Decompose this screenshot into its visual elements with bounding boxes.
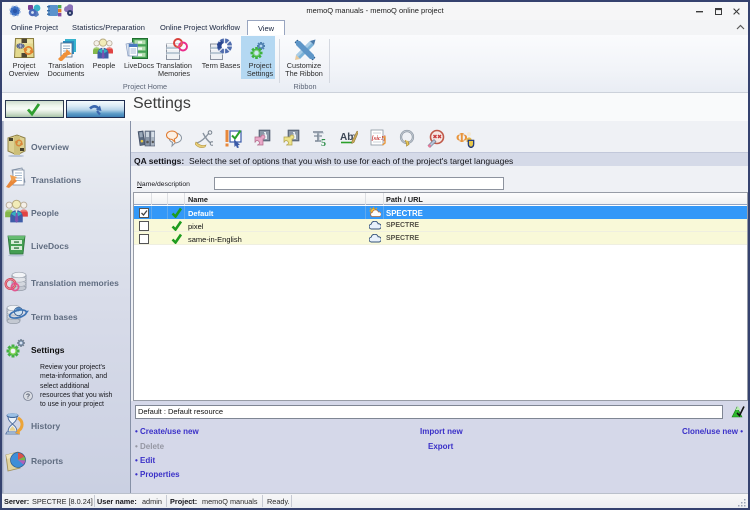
svg-text:Φ: Φ xyxy=(456,131,468,146)
svg-text:5: 5 xyxy=(321,138,326,148)
svg-text:?: ? xyxy=(26,393,30,400)
svg-text:[sic!]: [sic!] xyxy=(372,135,386,142)
